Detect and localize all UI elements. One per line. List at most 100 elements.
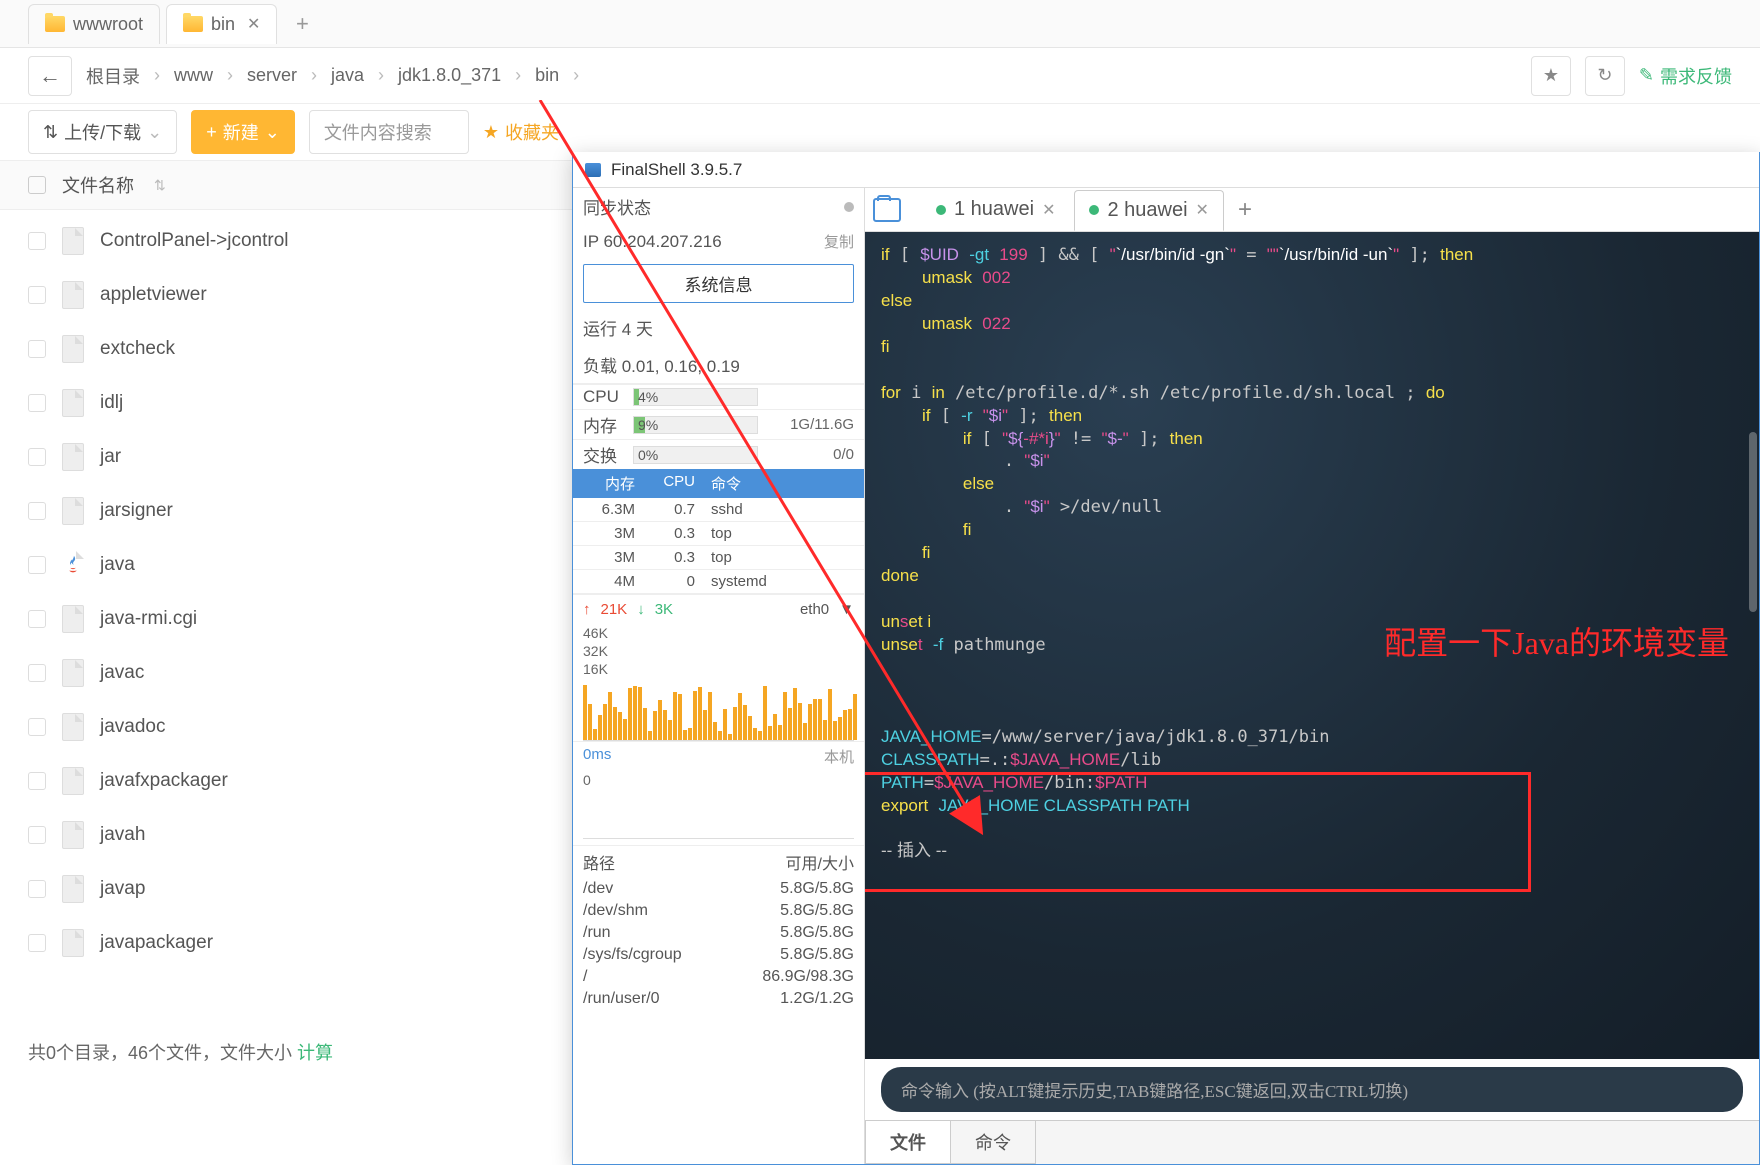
terminal-tab-1[interactable]: 1 huawei ✕ (921, 189, 1070, 230)
star-button[interactable]: ★ (1531, 56, 1571, 96)
file-name: jarsigner (100, 500, 173, 522)
file-icon (62, 875, 84, 903)
disk-row[interactable]: /run/user/01.2G/1.2G (573, 988, 864, 1010)
file-icon (62, 497, 84, 525)
download-icon: ↓ (637, 601, 645, 618)
new-button[interactable]: + 新建 ⌄ (191, 110, 295, 154)
crumb[interactable]: jdk1.8.0_371 (390, 59, 509, 92)
process-row[interactable]: 4M0systemd (573, 570, 864, 594)
process-row[interactable]: 3M0.3top (573, 546, 864, 570)
chevron-right-icon: › (573, 65, 579, 86)
row-checkbox[interactable] (28, 394, 46, 412)
chevron-right-icon: › (154, 65, 160, 86)
select-all-checkbox[interactable] (28, 176, 46, 194)
window-title: FinalShell 3.9.5.7 (611, 160, 742, 180)
back-button[interactable]: ← (28, 56, 72, 96)
crumb[interactable]: bin (527, 59, 567, 92)
close-icon[interactable]: ✕ (247, 14, 260, 34)
row-checkbox[interactable] (28, 448, 46, 466)
scrollbar[interactable] (1749, 432, 1757, 612)
feedback-link[interactable]: ✎ 需求反馈 (1639, 63, 1732, 89)
ip-row: IP 60.204.207.216 复制 (573, 225, 864, 258)
file-name: java-rmi.cgi (100, 608, 197, 630)
file-icon (62, 929, 84, 957)
network-chart (583, 679, 854, 741)
file-icon (62, 443, 84, 471)
status-dot-icon (1089, 205, 1099, 215)
process-row[interactable]: 6.3M0.7sshd (573, 498, 864, 522)
chevron-down-icon[interactable]: ▼ (839, 601, 854, 618)
file-icon (62, 227, 84, 255)
network-stats: ↑21K ↓3K eth0 ▼ (573, 594, 864, 624)
close-icon[interactable]: ✕ (1042, 200, 1055, 220)
refresh-button[interactable]: ↻ (1585, 56, 1625, 96)
system-panel: 同步状态 IP 60.204.207.216 复制 系统信息 运行 4 天 负载… (573, 188, 865, 1164)
row-checkbox[interactable] (28, 340, 46, 358)
row-checkbox[interactable] (28, 556, 46, 574)
folder-icon (45, 16, 65, 32)
file-icon (62, 767, 84, 795)
window-titlebar[interactable]: FinalShell 3.9.5.7 (573, 152, 1759, 188)
tab-file[interactable]: 文件 (865, 1121, 951, 1164)
row-checkbox[interactable] (28, 718, 46, 736)
chevron-right-icon: › (227, 65, 233, 86)
favorites-button[interactable]: ★ 收藏夹 (483, 119, 559, 145)
upload-icon: ↑ (583, 601, 591, 618)
add-tab-button[interactable]: + (283, 5, 321, 43)
row-checkbox[interactable] (28, 610, 46, 628)
row-checkbox[interactable] (28, 286, 46, 304)
file-name: javah (100, 824, 145, 846)
row-checkbox[interactable] (28, 232, 46, 250)
sysinfo-button[interactable]: 系统信息 (583, 264, 854, 303)
file-name: jar (100, 446, 121, 468)
close-icon[interactable]: ✕ (1196, 200, 1209, 220)
row-checkbox[interactable] (28, 664, 46, 682)
file-name: javafxpackager (100, 770, 228, 792)
chevron-right-icon: › (515, 65, 521, 86)
disk-row[interactable]: /dev/shm5.8G/5.8G (573, 900, 864, 922)
search-input[interactable]: 文件内容搜索 (309, 110, 469, 154)
tab-command[interactable]: 命令 (950, 1121, 1036, 1164)
calculate-link[interactable]: 计算 (297, 1043, 333, 1063)
tab-bin[interactable]: bin ✕ (166, 4, 277, 44)
file-name: javapackager (100, 932, 213, 954)
file-name: java (100, 554, 135, 576)
bottom-tabs: 文件 命令 (865, 1120, 1759, 1164)
add-terminal-tab[interactable]: + (1228, 196, 1262, 224)
crumb[interactable]: server (239, 59, 305, 92)
disk-header: 路径 可用/大小 (573, 845, 864, 878)
row-checkbox[interactable] (28, 772, 46, 790)
tab-label: wwwroot (73, 14, 143, 35)
col-name[interactable]: 文件名称 (62, 172, 134, 198)
command-input[interactable]: 命令输入 (按ALT键提示历史,TAB键路径,ESC键返回,双击CTRL切换) (881, 1067, 1743, 1112)
row-checkbox[interactable] (28, 880, 46, 898)
disk-row[interactable]: /run5.8G/5.8G (573, 922, 864, 944)
disk-row[interactable]: /dev5.8G/5.8G (573, 878, 864, 900)
crumb[interactable]: www (166, 59, 221, 92)
file-name: javap (100, 878, 145, 900)
crumb[interactable]: java (323, 59, 372, 92)
swap-meter: 交换 0% 0/0 (573, 439, 864, 469)
tab-wwwroot[interactable]: wwwroot (28, 4, 160, 44)
breadcrumb-bar: ← 根目录› www› server› java› jdk1.8.0_371› … (0, 48, 1760, 104)
sort-icon[interactable]: ⇅ (154, 177, 166, 194)
disk-row[interactable]: /86.9G/98.3G (573, 966, 864, 988)
copy-button[interactable]: 复制 (824, 231, 854, 252)
tab-label: bin (211, 14, 235, 35)
file-name: appletviewer (100, 284, 207, 306)
terminal[interactable]: if [ $UID -gt 199 ] && [ "`/usr/bin/id -… (865, 232, 1759, 1059)
file-icon (62, 605, 84, 633)
file-tabs: wwwroot bin ✕ + (0, 0, 1760, 48)
upload-button[interactable]: ⇅ 上传/下载 ⌄ (28, 110, 177, 154)
disk-row[interactable]: /sys/fs/cgroup5.8G/5.8G (573, 944, 864, 966)
file-name: extcheck (100, 338, 175, 360)
process-row[interactable]: 3M0.3top (573, 522, 864, 546)
process-header[interactable]: 内存 CPU 命令 (573, 469, 864, 498)
row-checkbox[interactable] (28, 502, 46, 520)
row-checkbox[interactable] (28, 826, 46, 844)
open-folder-icon[interactable] (873, 198, 901, 222)
file-icon (62, 713, 84, 741)
crumb[interactable]: 根目录 (78, 57, 148, 95)
row-checkbox[interactable] (28, 934, 46, 952)
terminal-tab-2[interactable]: 2 huawei ✕ (1074, 190, 1223, 231)
